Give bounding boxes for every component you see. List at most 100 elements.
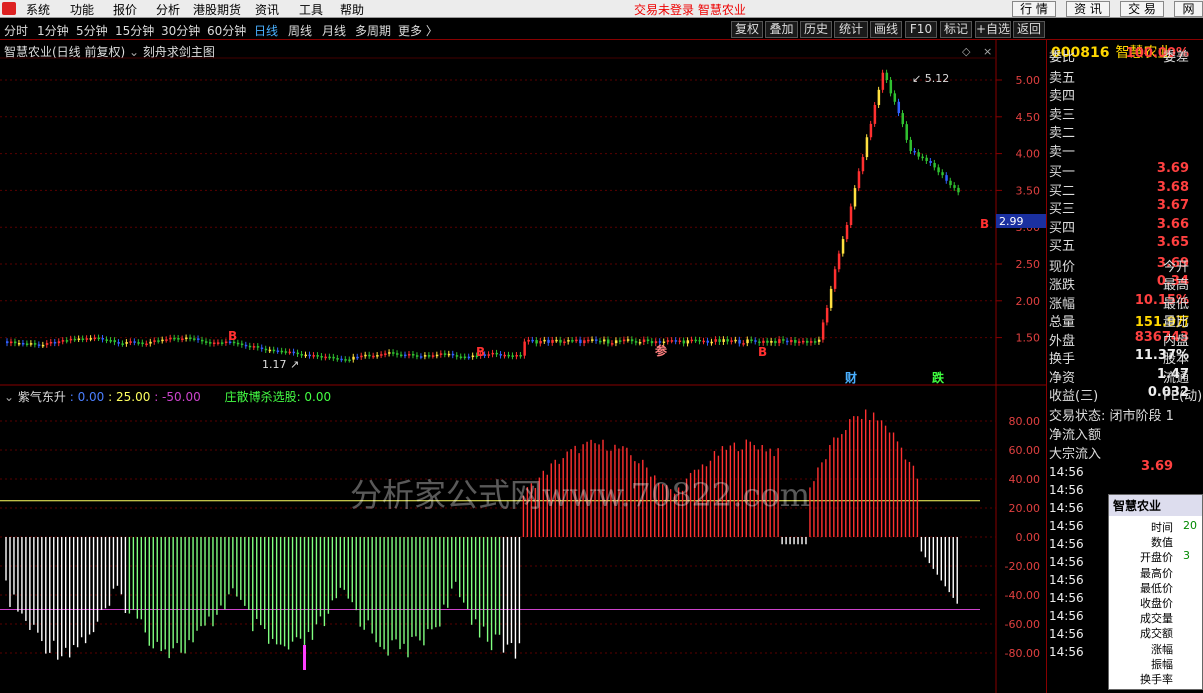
candle-body <box>415 355 419 357</box>
top-nav-button[interactable]: 交 易 <box>1120 1 1164 17</box>
period-tab[interactable]: 30分钟 <box>161 22 200 39</box>
toolbar-button[interactable]: +自选 <box>975 21 1011 38</box>
candle-body <box>706 340 709 343</box>
toolbar-button[interactable]: 统计 <box>834 21 868 38</box>
toolbar-button[interactable]: 返回 <box>1013 21 1045 38</box>
candle-body <box>21 342 25 345</box>
quote-extra-label: PE(动) <box>1163 389 1203 404</box>
watermark: 分析家公式网www.70822.com <box>350 476 811 514</box>
candle-body <box>141 342 144 345</box>
signal-label: B <box>476 345 485 359</box>
top-nav-button[interactable]: 行 情 <box>1012 1 1056 17</box>
candle-body <box>885 72 889 80</box>
indicator-name[interactable]: 刻舟求剑主图 <box>143 45 215 59</box>
candle-body <box>149 341 152 344</box>
quote-label: 卖五 <box>1049 70 1076 86</box>
quote-extra-label: 流通 <box>1163 370 1190 386</box>
period-tab[interactable]: 15分钟 <box>115 22 154 39</box>
candle-body <box>774 340 777 344</box>
bid-row: 买三 3.67 <box>1049 198 1203 217</box>
menu-item[interactable]: 港股期货 <box>193 1 241 18</box>
period-tab[interactable]: 60分钟 <box>207 22 246 39</box>
toolbar-button[interactable]: 历史 <box>800 21 832 38</box>
candle-body <box>431 355 435 357</box>
toolbar-button[interactable]: 画线 <box>870 21 902 38</box>
period-tab[interactable]: 1分钟 <box>37 22 69 39</box>
candle-body <box>133 341 136 343</box>
candle-body <box>718 339 721 342</box>
toolbar-button[interactable]: 标记 <box>940 21 972 38</box>
candle-body <box>829 288 833 308</box>
candle-body <box>173 337 176 340</box>
candle-body <box>336 358 339 360</box>
candle-body <box>443 353 447 355</box>
indicator2-name[interactable]: 紫气东升 <box>18 390 66 404</box>
menu-item[interactable]: 工具 <box>299 1 323 18</box>
candle-body <box>37 344 41 346</box>
period-tab[interactable]: 多周期 <box>355 22 391 39</box>
toolbar-button[interactable]: 叠加 <box>765 21 798 38</box>
menu-item[interactable]: 帮助 <box>340 1 364 18</box>
candle-body <box>244 344 248 347</box>
period-tab[interactable]: 日线 <box>254 22 278 39</box>
net-inflow: 净流入额 <box>1049 427 1102 443</box>
quote-label: 买三 <box>1049 202 1076 217</box>
candle-body <box>491 352 495 355</box>
period-tab[interactable]: 月线 <box>322 22 346 39</box>
candle-body <box>348 359 351 362</box>
quote-label: 卖四 <box>1049 89 1076 104</box>
toolbar-button[interactable]: F10 <box>905 21 937 38</box>
candle-body <box>29 343 33 345</box>
candle-body <box>487 354 491 356</box>
period-tab[interactable]: 分时 <box>4 22 28 39</box>
signal-label: B <box>228 329 237 343</box>
candle-body <box>786 340 789 343</box>
candle-body <box>519 354 522 357</box>
menu-item[interactable]: 资讯 <box>255 1 279 18</box>
price-tick-label: 3.50 <box>1016 184 1041 197</box>
candle-body <box>889 80 893 94</box>
candle-body <box>571 340 574 342</box>
candle-body <box>495 352 499 355</box>
top-nav-button[interactable]: 资 讯 <box>1066 1 1110 17</box>
menu-item[interactable]: 系统 <box>26 1 50 18</box>
period-tab[interactable]: 5分钟 <box>76 22 108 39</box>
candle-body <box>368 354 371 357</box>
candle-body <box>292 351 296 354</box>
menu-item[interactable]: 功能 <box>70 1 94 18</box>
candle-body <box>821 322 825 340</box>
bid-row: 买四 3.66 <box>1049 217 1203 236</box>
candle-body <box>825 307 829 323</box>
stat-row: 收益(三) 0.032 PE(动) <box>1049 385 1203 404</box>
candle-body <box>650 341 654 344</box>
indicator-tick-label: 80.00 <box>1009 415 1041 428</box>
candle-body <box>264 348 268 351</box>
indicator-toggle-icon[interactable]: ⌄ <box>129 45 139 59</box>
indicator2-toggle-icon[interactable]: ⌄ <box>4 390 14 404</box>
candle-body <box>845 225 849 240</box>
popup-title: 智慧农业 <box>1109 495 1202 516</box>
chart-close-icon[interactable]: × <box>983 45 992 58</box>
candle-body <box>750 339 753 341</box>
bid-row: 买五 3.65 <box>1049 235 1203 254</box>
candle-body <box>205 341 208 343</box>
chart-settings-icon[interactable]: ◇ <box>962 45 971 58</box>
candle-body <box>404 354 407 357</box>
candle-body <box>145 343 148 346</box>
menu-item[interactable]: 分析 <box>156 1 180 18</box>
period-tab[interactable]: 周线 <box>288 22 312 39</box>
toolbar-button[interactable]: 复权 <box>731 21 763 38</box>
top-nav-button[interactable]: 网 <box>1174 1 1203 17</box>
candle-body <box>531 339 534 342</box>
candle-body <box>407 354 411 356</box>
period-tab[interactable]: 更多 〉 <box>398 22 438 39</box>
candle-body <box>861 157 865 172</box>
candle-body <box>81 338 85 341</box>
popup-label: 成交量 <box>1140 612 1173 626</box>
candle-body <box>921 156 924 159</box>
login-status[interactable]: 交易未登录 智慧农业 <box>634 1 746 18</box>
menu-item[interactable]: 报价 <box>113 1 137 18</box>
signal-label: 参 <box>655 343 668 358</box>
candle-body <box>212 342 216 345</box>
candle-body <box>941 172 944 176</box>
